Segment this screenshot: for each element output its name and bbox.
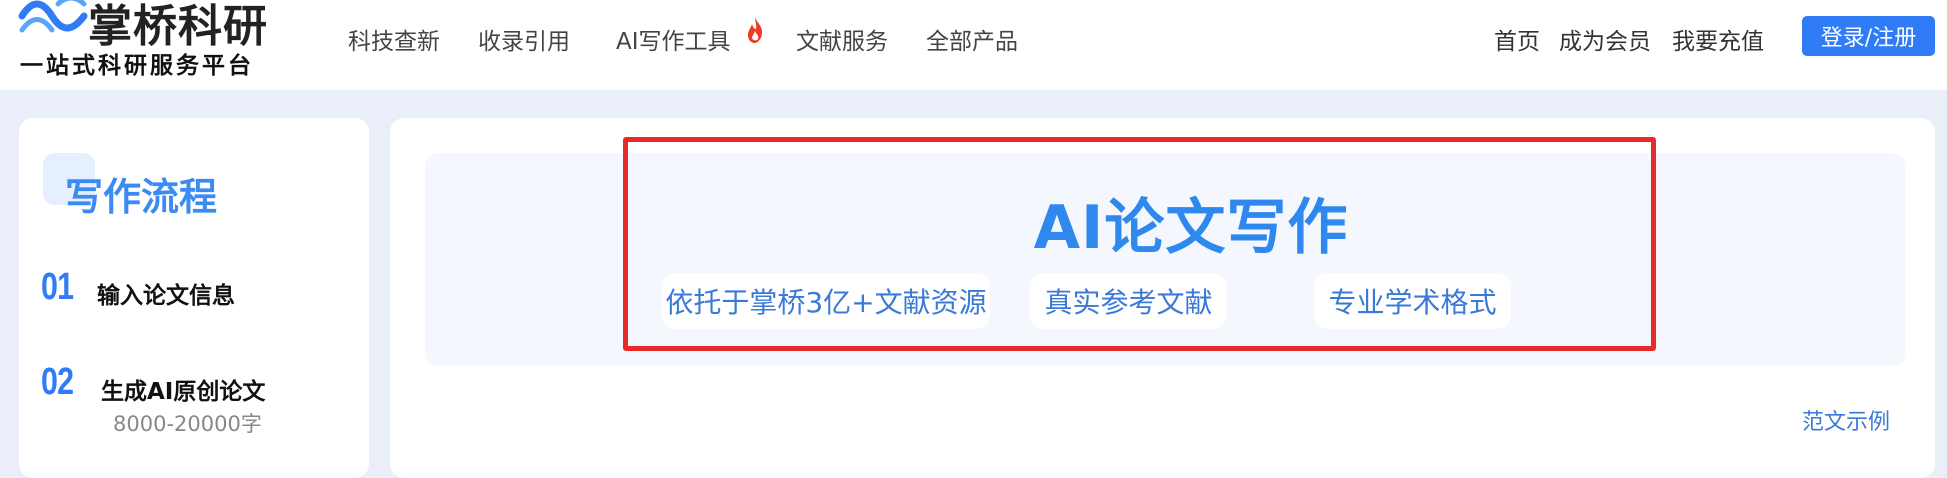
nav-item-home[interactable]: 首页 <box>1494 22 1540 56</box>
nav-item-ai-writing-tools[interactable]: AI写作工具 <box>616 22 731 56</box>
feature-pill: 依托于掌桥3亿+文献资源 <box>662 273 990 329</box>
brand-tagline: 一站式科研服务平台 <box>20 52 254 79</box>
wave-logo-icon <box>18 0 88 33</box>
step-number: 01 <box>41 266 74 308</box>
nav-item-all-products[interactable]: 全部产品 <box>926 22 1018 56</box>
login-register-button[interactable]: 登录/注册 <box>1802 16 1935 56</box>
panel-title: 写作流程 <box>65 175 218 219</box>
nav-item-tech-novelty[interactable]: 科技查新 <box>348 22 440 56</box>
step-word-count: 8000-20000字 <box>113 412 262 436</box>
writing-process-panel: 写作流程 01 输入论文信息 02 生成AI原创论文 8000-20000字 <box>19 118 369 478</box>
step-number: 02 <box>41 361 74 403</box>
sample-paper-link[interactable]: 范文示例 <box>1802 404 1890 436</box>
step-label: 生成AI原创论文 <box>101 379 266 405</box>
nav-item-recharge[interactable]: 我要充值 <box>1672 22 1764 56</box>
step-label: 输入论文信息 <box>97 283 235 309</box>
feature-pill: 专业学术格式 <box>1314 273 1511 329</box>
main-content-panel: AI论文写作 依托于掌桥3亿+文献资源 真实参考文献 专业学术格式 范文示例 <box>390 118 1935 478</box>
flame-icon <box>748 17 763 43</box>
hero-title: AI论文写作 <box>1033 193 1349 263</box>
nav-item-citation[interactable]: 收录引用 <box>478 22 570 56</box>
hero-banner: AI论文写作 依托于掌桥3亿+文献资源 真实参考文献 专业学术格式 <box>425 153 1905 366</box>
brand-logo[interactable]: 掌桥科研 一站式科研服务平台 <box>18 0 288 86</box>
top-header: 掌桥科研 一站式科研服务平台 科技查新 收录引用 AI写作工具 文献服务 全部产… <box>0 0 1947 90</box>
nav-item-literature-services[interactable]: 文献服务 <box>796 22 888 56</box>
feature-pill: 真实参考文献 <box>1030 273 1227 329</box>
nav-item-become-member[interactable]: 成为会员 <box>1559 22 1651 56</box>
